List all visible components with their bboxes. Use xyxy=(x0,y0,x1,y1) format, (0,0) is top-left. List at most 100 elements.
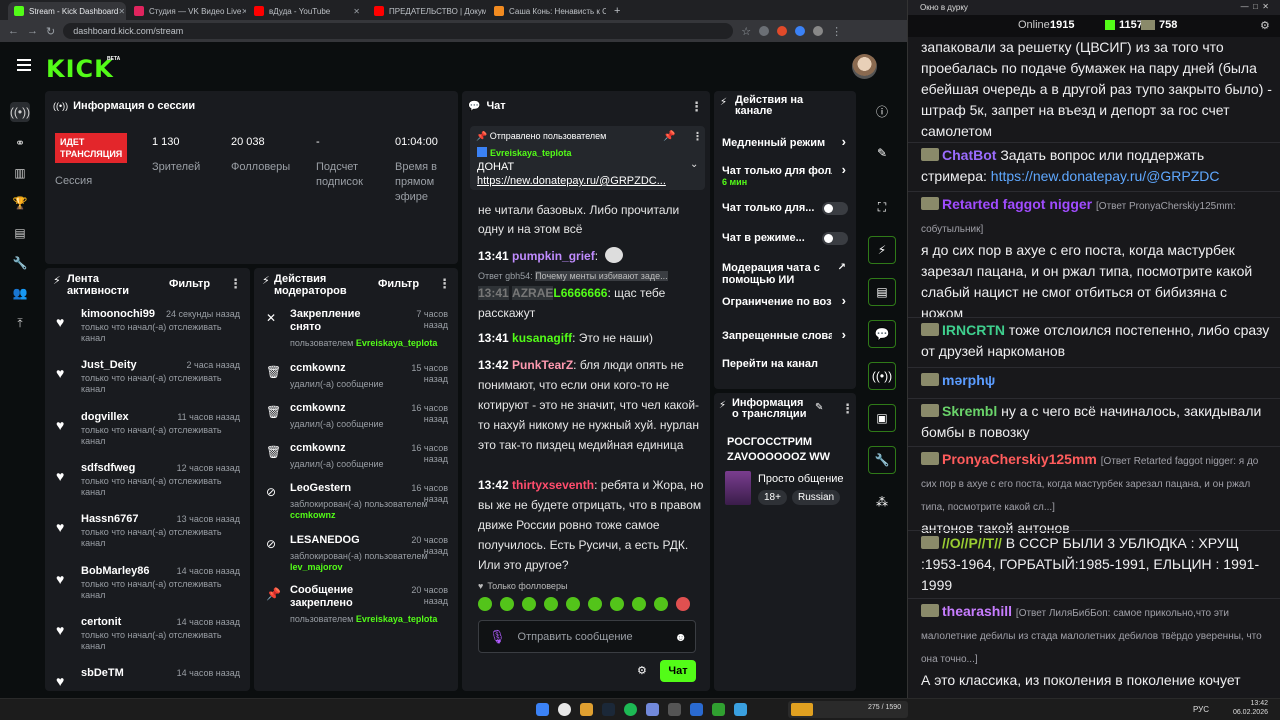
app-icon[interactable] xyxy=(734,703,747,716)
emote-icon[interactable] xyxy=(654,597,668,611)
chat-input[interactable]: 🎙 Отправить сообщение ☻ xyxy=(478,620,696,653)
channel-action-item[interactable]: Перейти на канал xyxy=(722,358,848,370)
pin-icon[interactable]: 📌 xyxy=(663,131,675,142)
emote-icon[interactable] xyxy=(610,597,624,611)
channel-action-item[interactable]: Чат только для фолл 6 мин › xyxy=(722,162,848,187)
steam-icon[interactable] xyxy=(602,703,615,716)
stream-tag[interactable]: 18+ xyxy=(758,490,787,505)
stream-icon[interactable]: ((•)) xyxy=(10,102,30,122)
channel-action-item[interactable]: Модерация чата с помощью ИИ ↗ xyxy=(722,262,848,286)
extension-icon[interactable] xyxy=(813,26,824,36)
emote-icon[interactable] xyxy=(676,597,690,611)
mic-icon[interactable]: 🎙 xyxy=(489,629,506,645)
close-tab-icon[interactable]: ✕ xyxy=(353,7,360,16)
chrome-icon[interactable] xyxy=(558,703,571,716)
clock-time[interactable]: 13:42 xyxy=(1228,700,1268,707)
emote-icon[interactable] xyxy=(522,597,536,611)
wrench-toggle-icon[interactable]: 🔧 xyxy=(868,446,896,474)
popout-username[interactable]: ChatBot xyxy=(942,147,996,163)
chat-toggle-icon[interactable]: 💬 xyxy=(868,320,896,348)
edit-pencil-icon[interactable]: ✎ xyxy=(815,402,823,413)
community-icon[interactable]: 👥 xyxy=(10,283,30,303)
category-thumbnail[interactable] xyxy=(725,471,751,505)
chat-username[interactable]: kusanagiff xyxy=(512,331,572,345)
browser-tab[interactable]: ПРЕДАТЕЛЬСТВО | Докумен...✕ xyxy=(368,2,486,20)
channel-action-item[interactable]: Запрещенные слова › xyxy=(722,327,848,342)
extension-icon[interactable] xyxy=(759,26,770,36)
channel-action-item[interactable]: Медленный режим › xyxy=(722,134,848,149)
avatar[interactable] xyxy=(852,54,877,79)
chat-menu-icon[interactable]: ⋮ xyxy=(690,99,703,115)
popout-username[interactable]: IRNCRTN xyxy=(942,322,1005,338)
link-icon[interactable]: ⚭ xyxy=(10,133,30,153)
popout-username[interactable]: mərphψ xyxy=(942,372,995,388)
forward-icon[interactable]: → xyxy=(27,25,38,37)
stream-toggle-icon[interactable]: ▣ xyxy=(868,404,896,432)
send-chat-button[interactable]: Чат xyxy=(660,660,696,682)
emote-icon[interactable] xyxy=(544,597,558,611)
activity-menu-icon[interactable]: ⋮ xyxy=(229,276,242,292)
stream-tag[interactable]: Russian xyxy=(791,490,841,505)
broadcast-toggle-icon[interactable]: ((•)) xyxy=(868,362,896,390)
fullscreen-icon[interactable]: ⛶ xyxy=(868,193,896,221)
popout-username[interactable]: Retarted faggot nigger xyxy=(942,196,1092,212)
hamburger-menu-icon[interactable] xyxy=(17,59,31,71)
analytics-icon[interactable]: ▥ xyxy=(10,163,30,183)
category-name[interactable]: Просто общение xyxy=(758,473,844,485)
browser-tab[interactable]: Саша Конь: Ненависть к Стас...✕ xyxy=(488,2,606,20)
chat-username[interactable]: pumpkin_grief xyxy=(512,249,595,263)
chat-username[interactable]: PunkTearZ xyxy=(512,358,573,372)
mod-filter-button[interactable]: Фильтр xyxy=(378,278,419,290)
bolt-toggle-icon[interactable]: ⚡ xyxy=(868,236,896,264)
channel-action-item[interactable]: Чат только для... xyxy=(722,202,848,215)
emoji-icon[interactable]: ☻ xyxy=(674,630,687,644)
trophy-icon[interactable]: 🏆 xyxy=(10,193,30,213)
emote-icon[interactable] xyxy=(478,597,492,611)
mod-action-user[interactable]: Evreiskaya_teplota xyxy=(356,614,438,624)
stream-info-menu-icon[interactable]: ⋮ xyxy=(841,401,854,417)
app-icon[interactable] xyxy=(690,703,703,716)
language-indicator[interactable]: РУС xyxy=(1193,705,1209,714)
settings-gear-icon[interactable]: ⚙ xyxy=(637,664,647,677)
new-tab-icon[interactable]: + xyxy=(614,5,620,17)
kick-logo[interactable]: KICK xyxy=(46,55,114,83)
spotify-icon[interactable] xyxy=(624,703,637,716)
discord-icon[interactable] xyxy=(646,703,659,716)
wrench-icon[interactable]: 🔧 xyxy=(10,253,30,273)
star-icon[interactable]: ☆ xyxy=(741,25,751,38)
more-apps-icon[interactable]: ⁂ xyxy=(868,488,896,516)
chat-username-part[interactable]: L6666666 xyxy=(553,286,607,300)
popout-username[interactable]: PronyaCherskiy125mm xyxy=(942,451,1097,467)
channel-action-item[interactable]: Чат в режиме... xyxy=(722,232,848,245)
emote-icon[interactable] xyxy=(588,597,602,611)
mod-menu-icon[interactable]: ⋮ xyxy=(438,276,451,292)
menu-icon[interactable]: ⋮ xyxy=(831,25,842,38)
popout-username[interactable]: thearashill xyxy=(942,603,1012,619)
browser-tab[interactable]: вДуда - YouTube ✕ xyxy=(248,2,366,20)
reload-icon[interactable]: ↻ xyxy=(46,25,55,38)
toggle-switch[interactable] xyxy=(822,232,848,245)
close-tab-icon[interactable]: ✕ xyxy=(118,7,125,16)
mod-action-user[interactable]: ccmkownz xyxy=(290,510,336,520)
emote-icon[interactable] xyxy=(566,597,580,611)
edit-icon[interactable]: ✎ xyxy=(868,139,896,167)
app-icon[interactable] xyxy=(668,703,681,716)
popout-link[interactable]: https://new.donatepay.ru/@GRPZDC xyxy=(991,168,1220,184)
pinned-menu-icon[interactable]: ⋮ xyxy=(692,130,703,143)
info-icon[interactable]: ⓘ xyxy=(868,97,896,125)
chevron-down-icon[interactable]: ⌄ xyxy=(690,159,698,170)
app-icon[interactable] xyxy=(712,703,725,716)
pinned-link[interactable]: https://new.donatepay.ru/@GRPZDC... xyxy=(477,175,666,187)
extension-icon[interactable] xyxy=(795,26,806,36)
emote-icon[interactable] xyxy=(632,597,646,611)
chat-username[interactable]: thirtyxseventh xyxy=(512,478,594,492)
upload-icon[interactable]: ⤒ xyxy=(10,313,30,333)
browser-tab[interactable]: Студия — VK Видео Live ✕ xyxy=(128,2,246,20)
address-bar[interactable]: dashboard.kick.com/stream xyxy=(63,23,734,39)
close-tab-icon[interactable]: ✕ xyxy=(241,7,246,16)
folder-icon[interactable] xyxy=(580,703,593,716)
pinned-user[interactable]: Evreiskaya_teplota xyxy=(477,147,572,158)
popout-username[interactable]: //О//Р//Т// xyxy=(942,535,1002,551)
back-icon[interactable]: ← xyxy=(8,25,19,37)
popout-username[interactable]: Skrembl xyxy=(942,403,997,419)
